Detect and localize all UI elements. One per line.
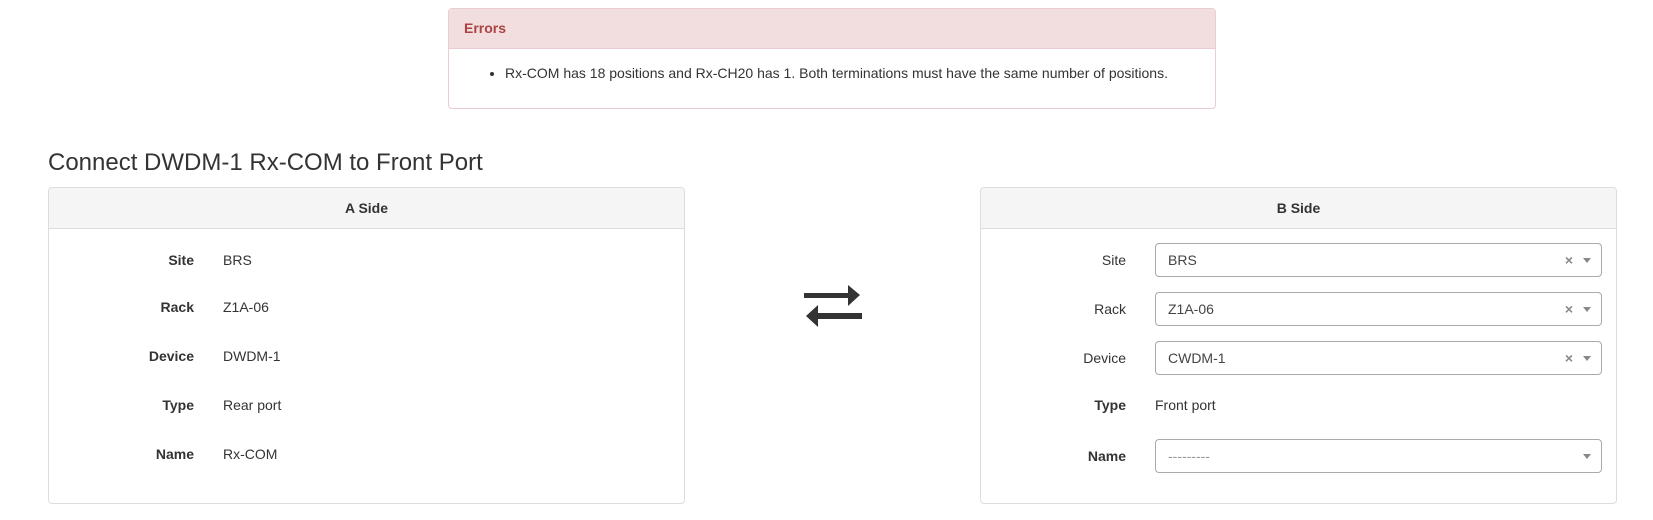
- b-device-chevron-down-icon[interactable]: [1583, 356, 1591, 361]
- a-type-label: Type: [162, 397, 194, 413]
- b-side-panel: B Side Site BRS × Rack Z1A-06 × Device C…: [980, 187, 1617, 504]
- errors-panel: Errors Rx-COM has 18 positions and Rx-CH…: [448, 8, 1216, 109]
- a-device-value: DWDM-1: [223, 348, 281, 364]
- a-rack-value: Z1A-06: [223, 299, 269, 315]
- b-name-selected: ---------: [1168, 448, 1210, 464]
- b-type-value: Front port: [1155, 397, 1216, 413]
- a-type-value: Rear port: [223, 397, 282, 413]
- b-rack-row: Rack Z1A-06 ×: [981, 291, 1616, 327]
- b-name-row: Name ---------: [981, 438, 1616, 474]
- a-side-title: A Side: [49, 188, 684, 229]
- b-rack-clear-icon[interactable]: ×: [1565, 293, 1573, 325]
- error-item: Rx-COM has 18 positions and Rx-CH20 has …: [505, 63, 1215, 83]
- b-side-title: B Side: [981, 188, 1616, 229]
- page-title: Connect DWDM-1 Rx-COM to Front Port: [48, 149, 483, 176]
- a-site-value: BRS: [223, 252, 252, 268]
- a-name-row: Name Rx-COM: [49, 436, 684, 472]
- b-rack-label: Rack: [1094, 301, 1126, 317]
- b-name-select[interactable]: ---------: [1155, 439, 1602, 473]
- a-name-label: Name: [155, 446, 194, 462]
- a-site-label: Site: [168, 252, 194, 268]
- a-rack-row: Rack Z1A-06: [49, 289, 684, 325]
- b-device-row: Device CWDM-1 ×: [981, 340, 1616, 376]
- errors-list: Rx-COM has 18 positions and Rx-CH20 has …: [449, 49, 1215, 83]
- b-site-select[interactable]: BRS ×: [1155, 243, 1602, 277]
- b-device-selected: CWDM-1: [1168, 350, 1226, 366]
- b-site-label: Site: [1101, 252, 1126, 268]
- b-device-label: Device: [1083, 350, 1126, 366]
- errors-title: Errors: [449, 9, 1215, 49]
- b-name-label: Name: [1087, 448, 1126, 464]
- b-site-clear-icon[interactable]: ×: [1565, 244, 1573, 276]
- a-site-row: Site BRS: [49, 242, 684, 278]
- b-rack-chevron-down-icon[interactable]: [1583, 307, 1591, 312]
- b-type-row: Type Front port: [981, 387, 1616, 423]
- exchange-arrows-icon: [804, 285, 862, 327]
- a-side-panel: A Side Site BRS Rack Z1A-06 Device DWDM-…: [48, 187, 685, 504]
- a-rack-label: Rack: [160, 299, 194, 315]
- b-rack-selected: Z1A-06: [1168, 301, 1214, 317]
- a-device-row: Device DWDM-1: [49, 338, 684, 374]
- b-rack-select[interactable]: Z1A-06 ×: [1155, 292, 1602, 326]
- b-device-select[interactable]: CWDM-1 ×: [1155, 341, 1602, 375]
- b-type-label: Type: [1094, 397, 1126, 413]
- b-site-chevron-down-icon[interactable]: [1583, 258, 1591, 263]
- b-site-row: Site BRS ×: [981, 242, 1616, 278]
- a-name-value: Rx-COM: [223, 446, 278, 462]
- a-type-row: Type Rear port: [49, 387, 684, 423]
- a-device-label: Device: [148, 348, 194, 364]
- b-name-chevron-down-icon[interactable]: [1583, 454, 1591, 459]
- b-site-selected: BRS: [1168, 252, 1197, 268]
- b-device-clear-icon[interactable]: ×: [1565, 342, 1573, 374]
